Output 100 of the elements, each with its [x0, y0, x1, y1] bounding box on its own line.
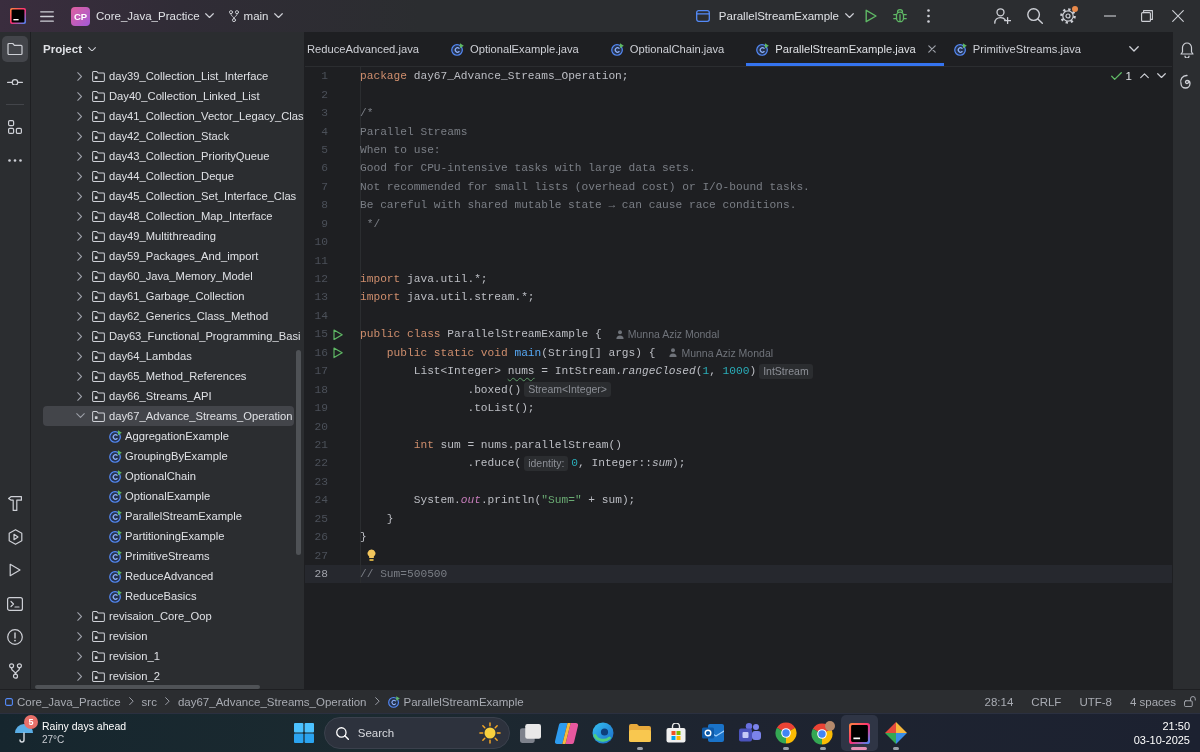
tree-item[interactable]: PrimitiveStreams — [43, 546, 210, 566]
tree-item[interactable]: ParallelStreamExample — [43, 506, 242, 526]
tree-item[interactable]: Day40_Collection_Linked_List — [43, 86, 260, 106]
tree-item[interactable]: AggregationExample — [43, 426, 229, 446]
play-icon[interactable] — [9, 563, 21, 578]
editor-tab[interactable]: OptionalExample.java — [440, 32, 601, 66]
terminal-icon[interactable] — [7, 596, 23, 611]
restore-icon[interactable] — [1141, 10, 1153, 22]
editor-tab[interactable]: ReduceAdvanced.java — [305, 32, 441, 66]
tree-item[interactable]: day48_Collection_Map_Interface — [43, 206, 273, 226]
app-logo-icon[interactable] — [10, 8, 26, 24]
line-separator[interactable]: CRLF — [1031, 695, 1062, 708]
four-squares-icon[interactable] — [293, 723, 314, 743]
tree-item[interactable]: day43_Collection_PriorityQueue — [43, 146, 270, 166]
clock-date[interactable]: 03-10-2025 — [1133, 733, 1190, 747]
chevron-icon[interactable] — [77, 671, 83, 681]
ribbon-logo-icon[interactable] — [555, 722, 579, 744]
tree-item[interactable]: Day63_Functional_Programming_Basi — [43, 326, 301, 346]
editor-tab[interactable]: ParallelStreamExample.java — [746, 32, 944, 66]
breadcrumb[interactable]: src — [141, 695, 157, 708]
tree-item[interactable]: day41_Collection_Vector_Legacy_Clas — [43, 106, 304, 126]
tree-item[interactable]: day65_Method_References — [43, 366, 247, 386]
menu-icon[interactable] — [40, 10, 54, 22]
exclamation-circle-icon[interactable] — [7, 629, 23, 646]
tree-item[interactable]: day49_Multithreading — [43, 226, 216, 246]
tree-item[interactable]: revision — [43, 626, 148, 646]
caret-down-icon[interactable] — [1157, 73, 1166, 79]
mail-icon[interactable] — [702, 723, 724, 743]
tree-item[interactable]: day67_Advance_Streams_Operation — [43, 406, 294, 426]
tree-item[interactable]: day44_Collection_Deque — [43, 166, 235, 186]
file-encoding[interactable]: UTF-8 — [1079, 695, 1112, 708]
chevron-icon[interactable] — [77, 211, 83, 221]
close-icon[interactable] — [1172, 10, 1184, 22]
chevron-icon[interactable] — [77, 151, 83, 161]
clock-time[interactable]: 21:50 — [1162, 719, 1190, 733]
play-icon[interactable] — [333, 328, 343, 341]
tree-item[interactable]: ReduceAdvanced — [43, 566, 214, 586]
tree-item[interactable]: OptionalChain — [43, 466, 196, 486]
caret-up-icon[interactable] — [1140, 73, 1149, 79]
padlock-icon[interactable] — [1184, 695, 1196, 708]
chevron-icon[interactable] — [75, 413, 85, 419]
tree-item[interactable]: day39_Collection_List_Interface — [43, 66, 269, 86]
search-icon[interactable] — [1027, 8, 1043, 24]
chevron-icon[interactable] — [77, 391, 83, 401]
tree-item[interactable]: revision_1 — [43, 646, 160, 666]
lightbulb-icon[interactable] — [367, 549, 376, 562]
tree-item[interactable]: day59_Packages_And_import — [43, 246, 259, 266]
play-icon[interactable] — [333, 346, 343, 359]
chevron-icon[interactable] — [77, 131, 83, 141]
tree-item[interactable]: day61_Garbage_Collection — [43, 286, 245, 306]
segmented-circle-icon[interactable] — [810, 721, 835, 745]
chevron-icon[interactable] — [77, 291, 83, 301]
add-user-icon[interactable] — [994, 8, 1011, 24]
chevron-icon[interactable] — [77, 191, 83, 201]
tree-item[interactable]: day66_Streams_API — [43, 386, 212, 406]
overlapping-squares-icon[interactable] — [519, 723, 541, 743]
vertical-scrollbar-thumb[interactable] — [296, 350, 301, 555]
editor-tab[interactable]: OptionalChain.java — [600, 32, 747, 66]
tree-item[interactable]: PartitioningExample — [43, 526, 225, 546]
shopping-bag-icon[interactable] — [666, 723, 687, 743]
settings-icon[interactable] — [1060, 8, 1076, 24]
bell-icon[interactable] — [1179, 42, 1194, 58]
chevron-icon[interactable] — [77, 71, 83, 81]
chevron-icon[interactable] — [77, 231, 83, 241]
people-icon[interactable] — [738, 723, 761, 743]
chevron-icon[interactable] — [77, 651, 83, 661]
tree-item[interactable]: day60_Java_Memory_Model — [43, 266, 253, 286]
tree-item[interactable]: day45_Collection_Set_Interface_Clas — [43, 186, 297, 206]
tree-item[interactable]: GroupingByExample — [43, 446, 228, 466]
breadcrumb[interactable]: day67_Advance_Streams_Operation — [177, 695, 367, 708]
diamond-icon[interactable] — [884, 722, 907, 744]
indentation-setting[interactable]: 4 spaces — [1129, 695, 1176, 708]
chevron-icon[interactable] — [77, 251, 83, 261]
more-icon[interactable] — [8, 158, 22, 162]
weather-summary[interactable]: Rainy days ahead — [42, 720, 127, 733]
hexagon-play-icon[interactable] — [7, 528, 23, 545]
tree-item[interactable]: revisaion_Core_Oop — [43, 606, 212, 626]
play-icon[interactable] — [865, 9, 877, 23]
horizontal-scrollbar-thumb[interactable] — [35, 685, 260, 689]
chevron-icon[interactable] — [77, 91, 83, 101]
inspection-status[interactable]: 1 — [1110, 70, 1132, 82]
chevron-icon[interactable] — [77, 351, 83, 361]
editor-tab[interactable]: PrimitiveStreams.java — [943, 32, 1103, 66]
close-icon[interactable] — [927, 45, 936, 53]
tree-item[interactable]: revision_2 — [43, 666, 160, 686]
chevron-icon[interactable] — [77, 271, 83, 281]
chevron-icon[interactable] — [77, 331, 83, 341]
hammer-icon[interactable] — [8, 495, 22, 511]
breadcrumb[interactable]: Core_Java_Practice — [5, 695, 121, 708]
caret-position[interactable]: 28:14 — [984, 695, 1014, 708]
chevron-icon[interactable] — [77, 311, 83, 321]
umbrella-icon[interactable] — [14, 723, 34, 743]
branch-icon[interactable] — [8, 663, 22, 679]
chevron-icon[interactable] — [77, 631, 83, 641]
bug-icon[interactable] — [893, 9, 907, 23]
breadcrumb[interactable]: ParallelStreamExample — [387, 695, 524, 708]
chevron-icon[interactable] — [77, 171, 83, 181]
tree-item[interactable]: ReduceBasics — [43, 586, 197, 606]
folder-icon[interactable] — [628, 724, 651, 742]
app-logo-icon[interactable] — [848, 722, 870, 744]
